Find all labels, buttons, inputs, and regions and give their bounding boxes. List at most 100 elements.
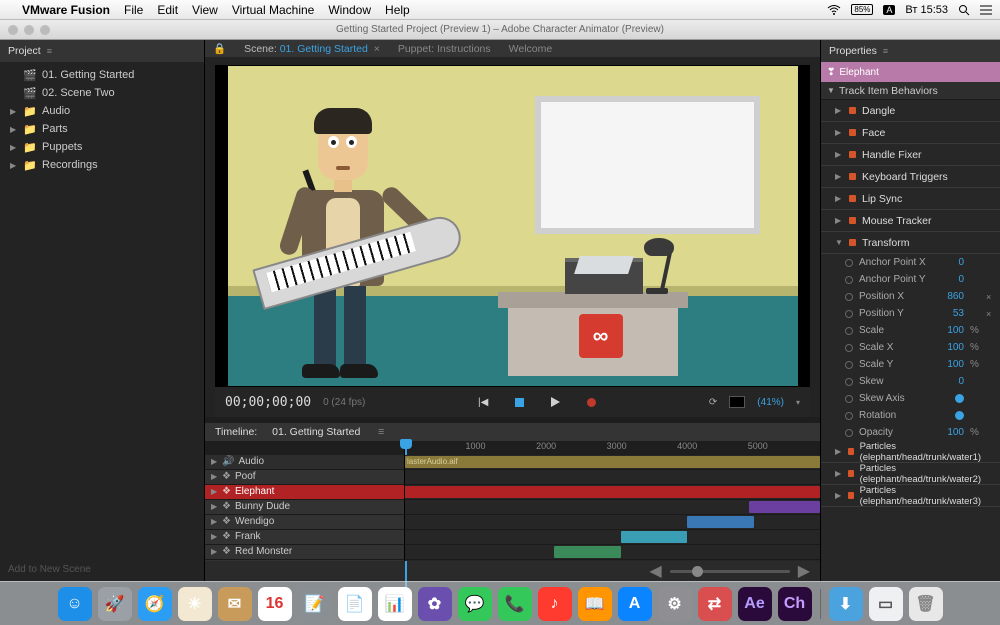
property-row[interactable]: Opacity100%	[821, 424, 1000, 441]
behavior-particles[interactable]: ▶Particles (elephant/head/trunk/water1)	[821, 441, 1000, 463]
dock-app-icon[interactable]: ✿	[418, 587, 452, 621]
add-to-new-scene[interactable]: Add to New Scene	[0, 558, 204, 581]
timeline-clip[interactable]	[621, 531, 687, 543]
dock-app-icon[interactable]: ✉	[218, 587, 252, 621]
dock-app-icon[interactable]: ⚙	[658, 587, 692, 621]
property-row[interactable]: Scale Y100%	[821, 356, 1000, 373]
dock-app-icon[interactable]: 🚀	[98, 587, 132, 621]
behavior-row[interactable]: ▶Lip Sync	[821, 188, 1000, 210]
dock-app-icon[interactable]: 📝	[298, 587, 332, 621]
keyframe-ring-icon[interactable]	[845, 344, 853, 352]
behavior-row[interactable]: ▶Handle Fixer	[821, 144, 1000, 166]
dock-app-icon[interactable]: ☺	[58, 587, 92, 621]
keyframe-ring-icon[interactable]	[845, 378, 853, 386]
chevron-down-icon[interactable]: ▾	[796, 398, 800, 407]
stopwatch-icon[interactable]	[955, 394, 964, 403]
loop-button[interactable]: ⟳	[709, 397, 717, 408]
property-row[interactable]: Scale X100%	[821, 339, 1000, 356]
behavior-transform[interactable]: ▼Transform	[821, 232, 1000, 254]
menu-window[interactable]: Window	[328, 3, 371, 17]
timeline-track[interactable]: ▶❖Poof	[205, 470, 820, 485]
puppet-tab[interactable]: Puppet: Instructions	[398, 43, 491, 55]
timeline-clip[interactable]	[405, 486, 820, 498]
property-row[interactable]: Anchor Point Y0	[821, 271, 1000, 288]
dock-app-icon[interactable]: 📞	[498, 587, 532, 621]
property-row[interactable]: Rotation	[821, 407, 1000, 424]
keyboard-layout-icon[interactable]: А	[883, 5, 895, 15]
project-item[interactable]: ▶📁Audio	[0, 102, 204, 120]
property-row[interactable]: Anchor Point X0	[821, 254, 1000, 271]
scene-viewport[interactable]: ∞	[215, 65, 810, 387]
viewport-zoom[interactable]: (41%)	[757, 397, 784, 408]
timeline-clip[interactable]	[687, 516, 753, 528]
dock-app-icon[interactable]: Ae	[738, 587, 772, 621]
menu-view[interactable]: View	[192, 3, 218, 17]
menu-file[interactable]: File	[124, 3, 143, 17]
track-item-behaviors-group[interactable]: ▼Track Item Behaviors	[821, 82, 1000, 100]
dock-app-icon[interactable]: 🗑	[909, 587, 943, 621]
stop-button[interactable]	[512, 395, 526, 409]
dock-app-icon[interactable]: ♪	[538, 587, 572, 621]
dock-app-icon[interactable]: 💬	[458, 587, 492, 621]
stopwatch-icon[interactable]	[955, 411, 964, 420]
timeline-clip[interactable]: lasterAudio.aif	[405, 456, 820, 468]
property-row[interactable]: Position X860×	[821, 288, 1000, 305]
bg-swatch[interactable]	[729, 396, 745, 408]
project-panel-header[interactable]: Project≡	[0, 40, 204, 62]
keyframe-ring-icon[interactable]	[845, 361, 853, 369]
dock-app-icon[interactable]: ⇄	[698, 587, 732, 621]
dock-app-icon[interactable]: A	[618, 587, 652, 621]
welcome-tab[interactable]: Welcome	[509, 43, 553, 55]
timeline-track[interactable]: ▶❖Frank	[205, 530, 820, 545]
timeline-track[interactable]: ▶❖Elephant	[205, 485, 820, 500]
property-row[interactable]: Scale100%	[821, 322, 1000, 339]
menu-virtual-machine[interactable]: Virtual Machine	[232, 3, 315, 17]
keyframe-ring-icon[interactable]	[845, 310, 853, 318]
timeline-panel-header[interactable]: Timeline: 01. Getting Started ≡	[205, 423, 820, 440]
playhead[interactable]	[400, 439, 412, 449]
scene-tab[interactable]: Scene: 01. Getting Started ×	[244, 43, 380, 55]
dock-app-icon[interactable]: 16	[258, 587, 292, 621]
keyframe-ring-icon[interactable]	[845, 276, 853, 284]
menubar-clock[interactable]: Вт 15:53	[905, 4, 948, 16]
dock-app-icon[interactable]: ☀	[178, 587, 212, 621]
behavior-row[interactable]: ▶Face	[821, 122, 1000, 144]
dock-app-icon[interactable]: ⬇	[829, 587, 863, 621]
behavior-particles[interactable]: ▶Particles (elephant/head/trunk/water3)	[821, 485, 1000, 507]
timeline-track[interactable]: ▶❖Bunny Dude	[205, 500, 820, 515]
notification-center-icon[interactable]	[980, 5, 992, 15]
battery-icon[interactable]: 85%	[851, 4, 873, 15]
timecode-display[interactable]: 00;00;00;00	[225, 395, 311, 410]
keyframe-ring-icon[interactable]	[845, 412, 853, 420]
keyframe-ring-icon[interactable]	[845, 259, 853, 267]
wifi-icon[interactable]	[827, 5, 841, 15]
dock-app-icon[interactable]: Ch	[778, 587, 812, 621]
timeline-clip[interactable]	[749, 501, 820, 513]
dock-app-icon[interactable]: 📊	[378, 587, 412, 621]
timeline-next-icon[interactable]: ▶	[798, 561, 810, 581]
app-menu[interactable]: VMware Fusion	[22, 3, 110, 17]
dock-app-icon[interactable]: ▭	[869, 587, 903, 621]
behavior-particles[interactable]: ▶Particles (elephant/head/trunk/water2)	[821, 463, 1000, 485]
panel-menu-icon[interactable]: ≡	[47, 46, 52, 56]
record-button[interactable]	[584, 395, 598, 409]
dock-app-icon[interactable]: 🧭	[138, 587, 172, 621]
project-item[interactable]: ▶📁Puppets	[0, 138, 204, 156]
keyframe-ring-icon[interactable]	[845, 395, 853, 403]
property-row[interactable]: Skew Axis	[821, 390, 1000, 407]
dock-app-icon[interactable]: 📄	[338, 587, 372, 621]
timeline-track[interactable]: ▶❖Red Monster	[205, 545, 820, 560]
timeline-prev-icon[interactable]: ◀	[649, 561, 661, 581]
play-button[interactable]	[548, 395, 562, 409]
keyframe-ring-icon[interactable]	[845, 429, 853, 437]
window-traffic-lights[interactable]	[8, 25, 50, 35]
keyframe-ring-icon[interactable]	[845, 293, 853, 301]
behavior-row[interactable]: ▶Keyboard Triggers	[821, 166, 1000, 188]
behavior-row[interactable]: ▶Dangle	[821, 100, 1000, 122]
project-item[interactable]: 🎬01. Getting Started	[0, 66, 204, 84]
project-item[interactable]: ▶📁Recordings	[0, 156, 204, 174]
property-row[interactable]: Position Y53×	[821, 305, 1000, 322]
timeline-zoom-slider[interactable]	[670, 570, 790, 573]
spotlight-icon[interactable]	[958, 4, 970, 16]
properties-panel-header[interactable]: Properties≡	[821, 40, 1000, 62]
